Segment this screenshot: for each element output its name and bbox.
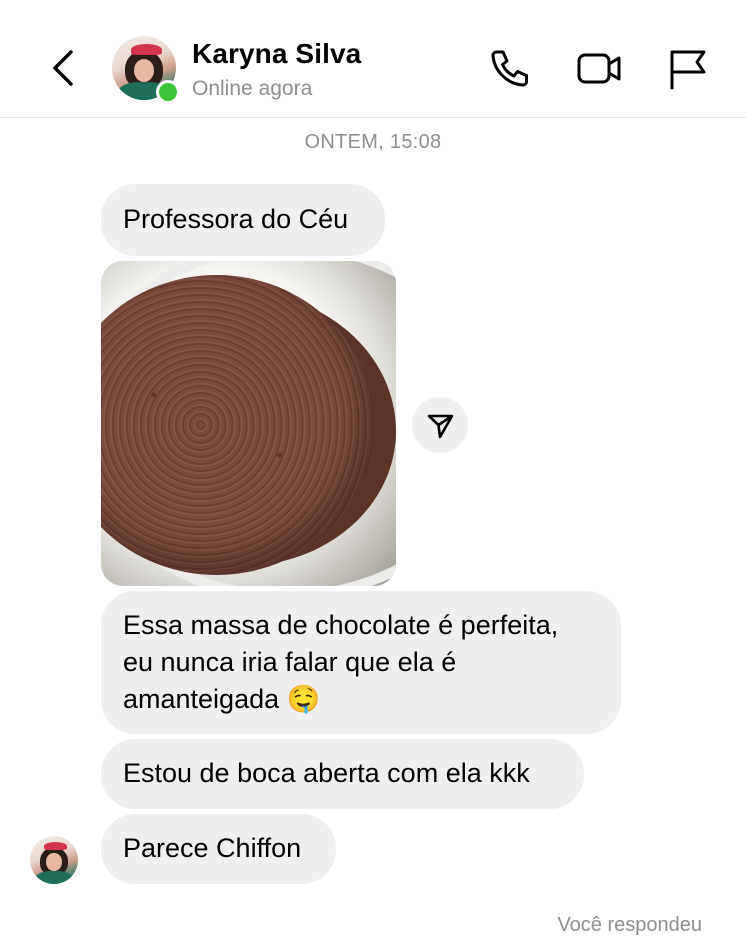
- send-icon: [427, 414, 454, 439]
- message-text: Professora do Céu: [123, 204, 349, 234]
- message-timestamp: ONTEM, 15:08: [304, 131, 442, 153]
- message-text: Essa massa de chocolate é perfeita,: [123, 610, 559, 640]
- video-camera-icon: [577, 53, 621, 84]
- report-button[interactable]: [666, 46, 710, 90]
- message-bubble[interactable]: Professora do Céu: [101, 184, 385, 256]
- message-text: amanteigada 🤤: [123, 684, 321, 714]
- contact-status: Online agora: [192, 77, 313, 100]
- flag-icon: [670, 50, 706, 90]
- message-bubble[interactable]: Essa massa de chocolate é perfeita, eu n…: [101, 591, 621, 734]
- voice-call-button[interactable]: [488, 46, 532, 90]
- message-text: eu nunca iria falar que ela é: [123, 647, 457, 677]
- message-bubble[interactable]: Estou de boca aberta com ela kkk: [101, 739, 584, 809]
- contact-name[interactable]: Karyna Silva: [192, 38, 361, 70]
- message-bubble[interactable]: Parece Chiffon: [101, 814, 336, 884]
- sender-avatar[interactable]: [30, 836, 78, 884]
- message-photo[interactable]: [101, 261, 396, 586]
- video-call-button[interactable]: [576, 46, 621, 90]
- chat-header: Karyna Silva Online agora: [0, 0, 746, 118]
- share-photo-button[interactable]: [412, 397, 468, 453]
- chevron-left-icon: [53, 50, 73, 86]
- reply-status: Você respondeu: [557, 914, 702, 936]
- message-text: Estou de boca aberta com ela kkk: [123, 758, 530, 788]
- back-button[interactable]: [44, 42, 84, 94]
- online-status-indicator: [156, 80, 180, 104]
- message-text: Parece Chiffon: [123, 833, 302, 863]
- phone-icon: [491, 50, 528, 87]
